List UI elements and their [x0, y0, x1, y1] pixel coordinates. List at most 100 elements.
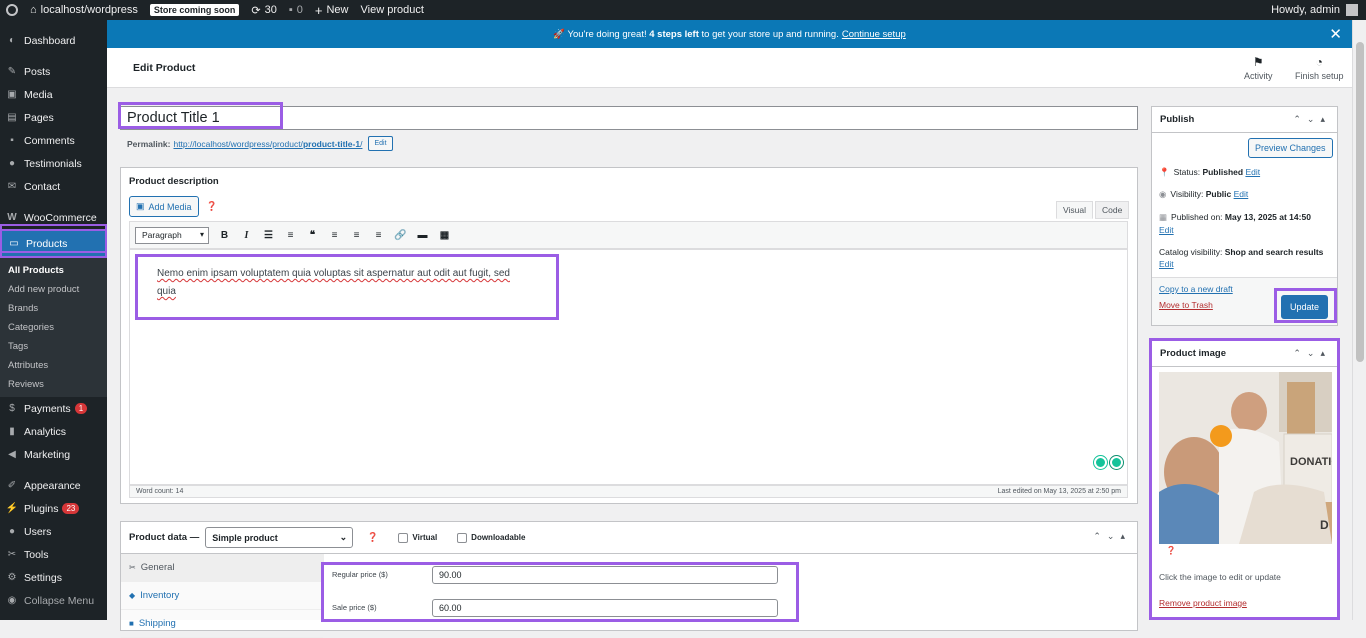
submenu-add-new-product[interactable]: Add new product: [0, 280, 107, 299]
menu-contact[interactable]: ✉ Contact: [0, 175, 107, 198]
payment-icon: $: [9, 403, 15, 414]
menu-media[interactable]: ▣ Media: [0, 83, 107, 106]
tab-visual[interactable]: Visual: [1056, 201, 1093, 219]
menu-users[interactable]: ● Users: [0, 520, 107, 543]
product-data-tabs: ✂ General ◆ Inventory ■ Shipping: [121, 554, 324, 638]
box-controls[interactable]: ⌃⌄▴: [1093, 531, 1131, 542]
remove-product-image-link[interactable]: Remove product image: [1159, 598, 1247, 608]
submenu-attributes[interactable]: Attributes: [0, 356, 107, 375]
account-menu[interactable]: Howdy, admin: [1271, 4, 1366, 16]
status-edit-link[interactable]: Edit: [1245, 167, 1260, 177]
align-right-icon[interactable]: ≡: [372, 230, 385, 241]
comment-bubble-icon: ▪: [288, 4, 293, 16]
read-more-icon[interactable]: ▬: [416, 230, 429, 241]
menu-plugins[interactable]: ⚡ Plugins 23: [0, 497, 107, 520]
scrollbar-thumb[interactable]: [1356, 42, 1364, 362]
preview-changes-button[interactable]: Preview Changes: [1248, 138, 1333, 158]
bullet-list-icon[interactable]: ☰: [262, 230, 275, 241]
product-image[interactable]: DONATIO D: [1159, 372, 1332, 544]
virtual-checkbox[interactable]: Virtual: [398, 532, 437, 543]
status-row: 📍 Status: Published Edit: [1159, 167, 1261, 177]
tab-general[interactable]: ✂ General: [121, 554, 323, 582]
bold-icon[interactable]: B: [218, 230, 231, 241]
page-scrollbar[interactable]: [1352, 20, 1366, 620]
menu-tools[interactable]: ✂ Tools: [0, 543, 107, 566]
numbered-list-icon[interactable]: ≡: [284, 230, 297, 241]
menu-analytics[interactable]: ▮ Analytics: [0, 420, 107, 443]
site-name-link[interactable]: ⌂ localhost/wordpress: [24, 0, 144, 20]
add-media-button[interactable]: ▣ Add Media: [129, 196, 199, 217]
page-header: Edit Product ⚑ Activity ◔ Finish setup: [107, 48, 1352, 88]
update-button[interactable]: Update: [1281, 295, 1329, 319]
avatar: [1346, 4, 1358, 16]
regular-price-input[interactable]: [432, 566, 778, 584]
toolbar-toggle-icon[interactable]: ▦: [438, 230, 451, 241]
updates-link[interactable]: ⟳ 30: [245, 0, 282, 20]
submenu-categories[interactable]: Categories: [0, 318, 107, 337]
menu-pages[interactable]: ▤ Pages: [0, 106, 107, 129]
help-icon[interactable]: ❓: [206, 201, 217, 212]
submenu-reviews[interactable]: Reviews: [0, 375, 107, 394]
editor-status-bar: Word count: 14 Last edited on May 13, 20…: [129, 485, 1128, 498]
finish-setup-button[interactable]: ◔ Finish setup: [1295, 55, 1344, 81]
menu-comments[interactable]: ▪ Comments: [0, 129, 107, 152]
align-center-icon[interactable]: ≡: [350, 230, 363, 241]
continue-setup-link[interactable]: Continue setup: [842, 29, 906, 40]
product-title-input[interactable]: [121, 107, 1137, 129]
menu-testimonials[interactable]: ● Testimonials: [0, 152, 107, 175]
help-icon[interactable]: ❓: [1166, 546, 1176, 555]
products-submenu: All Products Add new product Brands Cate…: [0, 258, 107, 397]
editor-toolbar: Paragraph B I ☰ ≡ ❝ ≡ ≡ ≡ 🔗 ▬ ▦: [129, 221, 1128, 249]
view-product-link[interactable]: View product: [355, 0, 430, 20]
permalink-edit-button[interactable]: Edit: [368, 136, 393, 151]
link-icon[interactable]: 🔗: [394, 230, 407, 241]
plugins-count-badge: 23: [62, 503, 80, 514]
store-status-badge[interactable]: Store coming soon: [144, 0, 246, 20]
menu-marketing[interactable]: ◀ Marketing: [0, 443, 107, 466]
tab-shipping[interactable]: ■ Shipping: [121, 610, 323, 638]
pin-icon: ✎: [7, 66, 17, 77]
menu-collapse[interactable]: ◉ Collapse Menu: [0, 589, 107, 612]
published-on-row: ▦ Published on: May 13, 2025 at 14:50: [1159, 212, 1311, 222]
italic-icon[interactable]: I: [240, 230, 253, 241]
wp-logo-menu[interactable]: [0, 0, 24, 20]
tab-code[interactable]: Code: [1095, 201, 1130, 219]
admin-sidebar: ◐ Dashboard ✎ Posts ▣ Media ▤ Pages ▪ Comment…: [0, 20, 107, 620]
blockquote-icon[interactable]: ❝: [306, 230, 319, 241]
tab-inventory[interactable]: ◆ Inventory: [121, 582, 323, 610]
copy-draft-link[interactable]: Copy to a new draft: [1159, 284, 1233, 294]
grammarly-icon[interactable]: [1110, 456, 1123, 469]
published-edit-link[interactable]: Edit: [1159, 225, 1174, 235]
move-to-trash-link[interactable]: Move to Trash: [1159, 300, 1213, 310]
submenu-brands[interactable]: Brands: [0, 299, 107, 318]
menu-appearance[interactable]: ✐ Appearance: [0, 474, 107, 497]
comments-link[interactable]: ▪ 0: [283, 0, 309, 20]
box-controls[interactable]: ⌃⌄▴: [1293, 348, 1331, 359]
grammarly-add-icon[interactable]: [1094, 456, 1107, 469]
menu-payments[interactable]: $ Payments 1: [0, 397, 107, 420]
downloadable-checkbox[interactable]: Downloadable: [457, 532, 525, 543]
menu-settings[interactable]: ⚙ Settings: [0, 566, 107, 589]
menu-woocommerce[interactable]: W WooCommerce: [0, 206, 107, 229]
menu-products[interactable]: ▭ Products: [0, 229, 107, 258]
box-controls[interactable]: ⌃⌄▴: [1293, 114, 1331, 125]
help-icon[interactable]: ❓: [367, 532, 378, 543]
format-select[interactable]: Paragraph: [135, 226, 209, 244]
activity-button[interactable]: ⚑ Activity: [1244, 55, 1273, 81]
menu-posts[interactable]: ✎ Posts: [0, 60, 107, 83]
visibility-edit-link[interactable]: Edit: [1234, 189, 1249, 199]
payments-count-badge: 1: [74, 403, 88, 414]
megaphone-icon: ◀: [8, 449, 16, 460]
submenu-tags[interactable]: Tags: [0, 337, 107, 356]
new-content-menu[interactable]: + New: [309, 0, 355, 20]
catalog-edit-link[interactable]: Edit: [1159, 259, 1174, 269]
product-type-select[interactable]: Simple product ⌄: [205, 527, 354, 548]
align-left-icon[interactable]: ≡: [328, 230, 341, 241]
wordpress-logo-icon: [6, 4, 18, 16]
menu-dashboard[interactable]: ◐ Dashboard: [0, 29, 107, 52]
permalink-link[interactable]: http://localhost/wordpress/product/produ…: [173, 139, 362, 149]
submenu-all-products[interactable]: All Products: [0, 261, 107, 280]
close-icon[interactable]: ✕: [1329, 25, 1342, 43]
person-icon: ●: [8, 158, 16, 169]
sale-price-input[interactable]: [432, 599, 778, 617]
